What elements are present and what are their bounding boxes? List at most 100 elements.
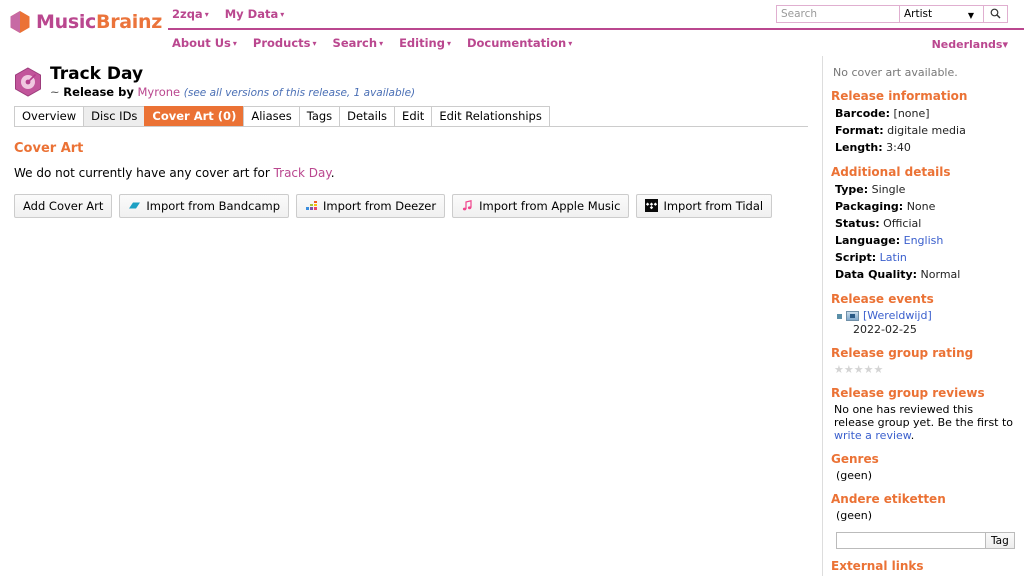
artist-link[interactable]: Myrone [138, 85, 181, 99]
all-versions-link[interactable]: (see all versions of this release, 1 ava… [184, 87, 415, 99]
status-label: Status: [835, 217, 880, 230]
nav-documentation-label: Documentation [467, 36, 566, 50]
search-submit-button[interactable] [983, 6, 1007, 22]
language-selector[interactable]: Nederlands▾ [932, 38, 1008, 51]
search-input[interactable] [777, 6, 899, 22]
nav-about-us[interactable]: About Us▾ [172, 36, 237, 50]
tag-submit-button[interactable]: Tag [986, 532, 1015, 549]
release-tabs: Overview Disc IDs Cover Art (0) Aliases … [14, 107, 808, 127]
script-label: Script: [835, 251, 876, 264]
add-cover-art-button[interactable]: Add Cover Art [14, 194, 112, 218]
import-from-apple-music-label: Import from Apple Music [479, 199, 620, 213]
detail-data-quality: Data Quality: Normal [835, 267, 1016, 282]
reviews-message: No one has reviewed this release group y… [834, 403, 1016, 442]
tab-aliases[interactable]: Aliases [243, 106, 299, 126]
release-group-reviews-heading: Release group reviews [831, 386, 1016, 400]
release-info-barcode: Barcode: [none] [835, 106, 1016, 121]
data-quality-label: Data Quality: [835, 268, 917, 281]
import-from-apple-music-button[interactable]: Import from Apple Music [452, 194, 629, 218]
detail-packaging: Packaging: None [835, 199, 1016, 214]
import-from-tidal-label: Import from Tidal [663, 199, 763, 213]
nav-products[interactable]: Products▾ [253, 36, 317, 50]
additional-details-heading: Additional details [831, 165, 1016, 179]
tidal-icon [645, 199, 658, 212]
format-value: digitale media [887, 124, 966, 137]
search-entity-select[interactable]: Artist [899, 6, 983, 22]
tab-details[interactable]: Details [339, 106, 395, 126]
import-from-bandcamp-label: Import from Bandcamp [146, 199, 280, 213]
add-cover-art-label: Add Cover Art [23, 199, 103, 213]
genres-heading: Genres [831, 452, 1016, 466]
import-from-tidal-button[interactable]: Import from Tidal [636, 194, 772, 218]
format-label: Format: [835, 124, 884, 137]
rating-stars[interactable]: ★★★★★ [834, 363, 1016, 376]
musicbrainz-logo-link[interactable]: MusicBrainz [10, 11, 162, 33]
import-from-bandcamp-button[interactable]: Import from Bandcamp [119, 194, 289, 218]
release-header: Track Day ~ Release by Myrone (see all v… [14, 66, 808, 99]
release-inline-link[interactable]: Track Day [274, 166, 331, 180]
tilde-separator: ~ [50, 85, 60, 99]
detail-script: Script: Latin [835, 250, 1016, 265]
reviews-message-suffix: . [911, 429, 915, 442]
tab-edit-relationships[interactable]: Edit Relationships [431, 106, 550, 126]
packaging-value: None [907, 200, 936, 213]
nav-my-data[interactable]: My Data▾ [225, 7, 285, 21]
chevron-down-icon: ▾ [233, 39, 237, 48]
nav-about-us-label: About Us [172, 36, 231, 50]
data-quality-value: Normal [921, 268, 961, 281]
nav-search[interactable]: Search▾ [333, 36, 384, 50]
chevron-down-icon: ▾ [379, 39, 383, 48]
script-value-link[interactable]: Latin [880, 251, 907, 264]
musicbrainz-wordmark: MusicBrainz [36, 11, 162, 33]
tag-input[interactable] [836, 532, 986, 549]
release-events-heading: Release events [831, 292, 1016, 306]
packaging-label: Packaging: [835, 200, 903, 213]
header-divider-rule [168, 28, 1024, 30]
chevron-down-icon: ▾ [313, 39, 317, 48]
site-search: Artist ▼ [776, 5, 1008, 23]
language-label: Language: [835, 234, 900, 247]
length-value: 3:40 [886, 141, 911, 154]
import-from-deezer-button[interactable]: Import from Deezer [296, 194, 445, 218]
barcode-label: Barcode: [835, 107, 890, 120]
page-body: Track Day ~ Release by Myrone (see all v… [0, 56, 1024, 576]
type-label: Type: [835, 183, 868, 196]
no-cover-art-note: No cover art available. [833, 66, 1016, 79]
detail-language: Language: English [835, 233, 1016, 248]
language-value-link[interactable]: English [904, 234, 944, 247]
nav-documentation[interactable]: Documentation▾ [467, 36, 572, 50]
write-a-review-link[interactable]: write a review [834, 429, 911, 442]
nav-user-menu[interactable]: 2zqa▾ [172, 7, 209, 21]
tab-tags[interactable]: Tags [299, 106, 340, 126]
chevron-down-icon: ▾ [280, 10, 284, 19]
nav-user-menu-label: 2zqa [172, 7, 203, 21]
nav-my-data-label: My Data [225, 7, 279, 21]
type-value: Single [872, 183, 906, 196]
nav-search-label: Search [333, 36, 378, 50]
cover-art-actions: Add Cover Art Import from Bandcamp [14, 194, 808, 218]
deezer-icon [305, 199, 318, 212]
other-labels-value: (geen) [836, 509, 1016, 522]
length-label: Length: [835, 141, 883, 154]
worldwide-flag-icon [846, 311, 859, 321]
no-cover-art-message: We do not currently have any cover art f… [14, 166, 808, 180]
other-labels-heading: Andere etiketten [831, 492, 1016, 506]
no-cover-art-suffix: . [331, 166, 335, 180]
tab-edit[interactable]: Edit [394, 106, 432, 126]
bandcamp-icon [128, 199, 141, 212]
external-links-heading: External links [831, 559, 1016, 573]
release-event-place-link[interactable]: [Wereldwijd] [863, 309, 932, 323]
tab-disc-ids[interactable]: Disc IDs [83, 106, 145, 126]
release-header-text: Track Day ~ Release by Myrone (see all v… [50, 66, 415, 99]
release-icon [14, 67, 42, 97]
tag-entry: Tag [836, 532, 1016, 549]
detail-status: Status: Official [835, 216, 1016, 231]
release-subtitle: ~ Release by Myrone (see all versions of… [50, 85, 415, 99]
release-sidebar: No cover art available. Release informat… [822, 56, 1024, 576]
chevron-down-icon: ▾ [1002, 38, 1008, 51]
tab-cover-art[interactable]: Cover Art (0) [144, 106, 244, 126]
nav-editing[interactable]: Editing▾ [399, 36, 451, 50]
tab-overview[interactable]: Overview [14, 106, 84, 126]
search-icon [990, 7, 1001, 22]
genres-value: (geen) [836, 469, 1016, 482]
